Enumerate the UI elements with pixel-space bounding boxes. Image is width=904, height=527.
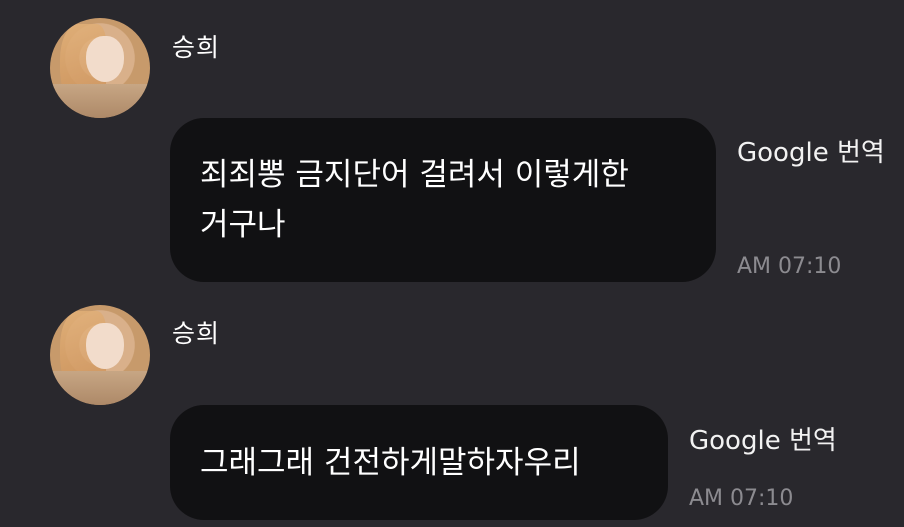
message-line: 그래그래 건전하게말하자우리 [200, 445, 581, 481]
avatar[interactable] [50, 305, 150, 405]
message-timestamp: AM 07:10 [689, 486, 794, 511]
avatar-coat [50, 371, 150, 405]
avatar-face [86, 323, 124, 369]
google-translate-link[interactable]: Google 번역 [737, 132, 885, 169]
google-translate-link[interactable]: Google 번역 [689, 420, 837, 457]
avatar-face [86, 36, 124, 82]
avatar-coat [50, 84, 150, 118]
sender-name: 승희 [172, 319, 221, 348]
message-bubble[interactable]: 죄죄뽕 금지단어 걸려서 이렇게한 거구나 [170, 118, 716, 282]
message-timestamp: AM 07:10 [737, 254, 842, 279]
avatar[interactable] [50, 18, 150, 118]
sender-name: 승희 [172, 33, 221, 62]
message-line: 거구나 [200, 207, 286, 243]
message-bubble[interactable]: 그래그래 건전하게말하자우리 [170, 405, 668, 520]
message-line: 죄죄뽕 금지단어 걸려서 이렇게한 [200, 157, 629, 193]
